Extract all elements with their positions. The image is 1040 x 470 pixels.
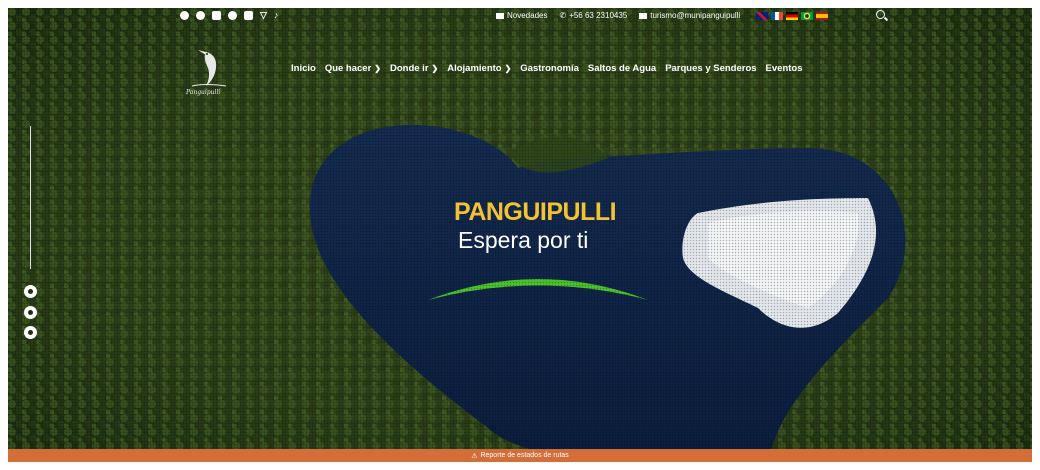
chevron-down-icon: ❯ (431, 64, 439, 73)
nav-alojamiento[interactable]: Alojamiento ❯ (447, 63, 511, 74)
twitter-icon[interactable]: ▽ (260, 11, 267, 20)
nav-eventos[interactable]: Eventos (766, 63, 803, 74)
language-flags (756, 11, 829, 20)
main-nav: Inicio Que hacer ❯ Donde ir ❯ Alojamiento ❯… (291, 63, 803, 74)
chevron-down-icon: ❯ (504, 64, 512, 73)
nav-saltos-de-agua[interactable]: Saltos de Agua (588, 63, 656, 74)
hero-section: ▽ ♪ Novedades ✆ +56 63 2310435 turismo@mu… (8, 8, 1032, 462)
nav-donde-ir[interactable]: Donde ir ❯ (390, 63, 438, 74)
france-flag[interactable] (771, 11, 784, 20)
email-link[interactable]: turismo@munipanguipulli (639, 11, 740, 20)
instagram-icon[interactable] (24, 285, 37, 298)
logo-text: Panguipulli (186, 89, 221, 96)
whatsapp-icon[interactable] (180, 11, 189, 20)
phone-icon: ✆ (559, 11, 567, 20)
warning-icon: ⚠ (471, 452, 478, 460)
novedades-link[interactable]: Novedades (496, 11, 547, 20)
spain-flag[interactable] (816, 11, 829, 20)
search-icon[interactable] (876, 10, 885, 19)
news-icon (496, 12, 504, 19)
side-divider (30, 126, 31, 269)
tiktok-icon[interactable]: ♪ (274, 11, 279, 20)
germany-flag[interactable] (786, 11, 799, 20)
youtube-icon[interactable] (24, 326, 37, 339)
chevron-down-icon: ❯ (374, 64, 381, 73)
top-bar: ▽ ♪ Novedades ✆ +56 63 2310435 turismo@mu… (8, 8, 1032, 26)
mail-icon (639, 12, 648, 19)
instagram-icon[interactable] (212, 11, 221, 20)
youtube-icon[interactable] (244, 11, 253, 20)
brazil-flag[interactable] (801, 11, 814, 20)
contact-links: Novedades ✆ +56 63 2310435 turismo@munipa… (496, 11, 829, 20)
nav-parques-y-senderos[interactable]: Parques y Senderos (665, 63, 756, 74)
uk-flag[interactable] (756, 11, 769, 20)
facebook-icon[interactable] (228, 11, 237, 20)
nav-inicio[interactable]: Inicio (291, 63, 316, 74)
phone-link[interactable]: ✆ +56 63 2310435 (559, 11, 627, 20)
hero-title: PANGUIPULLI (454, 198, 617, 226)
route-status-label: Reporte de estados de rutas (480, 452, 569, 459)
route-status-bar[interactable]: ⚠ Reporte de estados de rutas (8, 449, 1032, 462)
hero-subtitle: Espera por ti (458, 227, 589, 253)
top-social-icons: ▽ ♪ (180, 11, 278, 20)
nav-gastronomia[interactable]: Gastronomía (520, 63, 579, 74)
facebook-icon[interactable] (24, 306, 37, 319)
spotify-icon[interactable] (196, 11, 205, 20)
nav-que-hacer[interactable]: Que hacer ❯ (325, 63, 381, 74)
